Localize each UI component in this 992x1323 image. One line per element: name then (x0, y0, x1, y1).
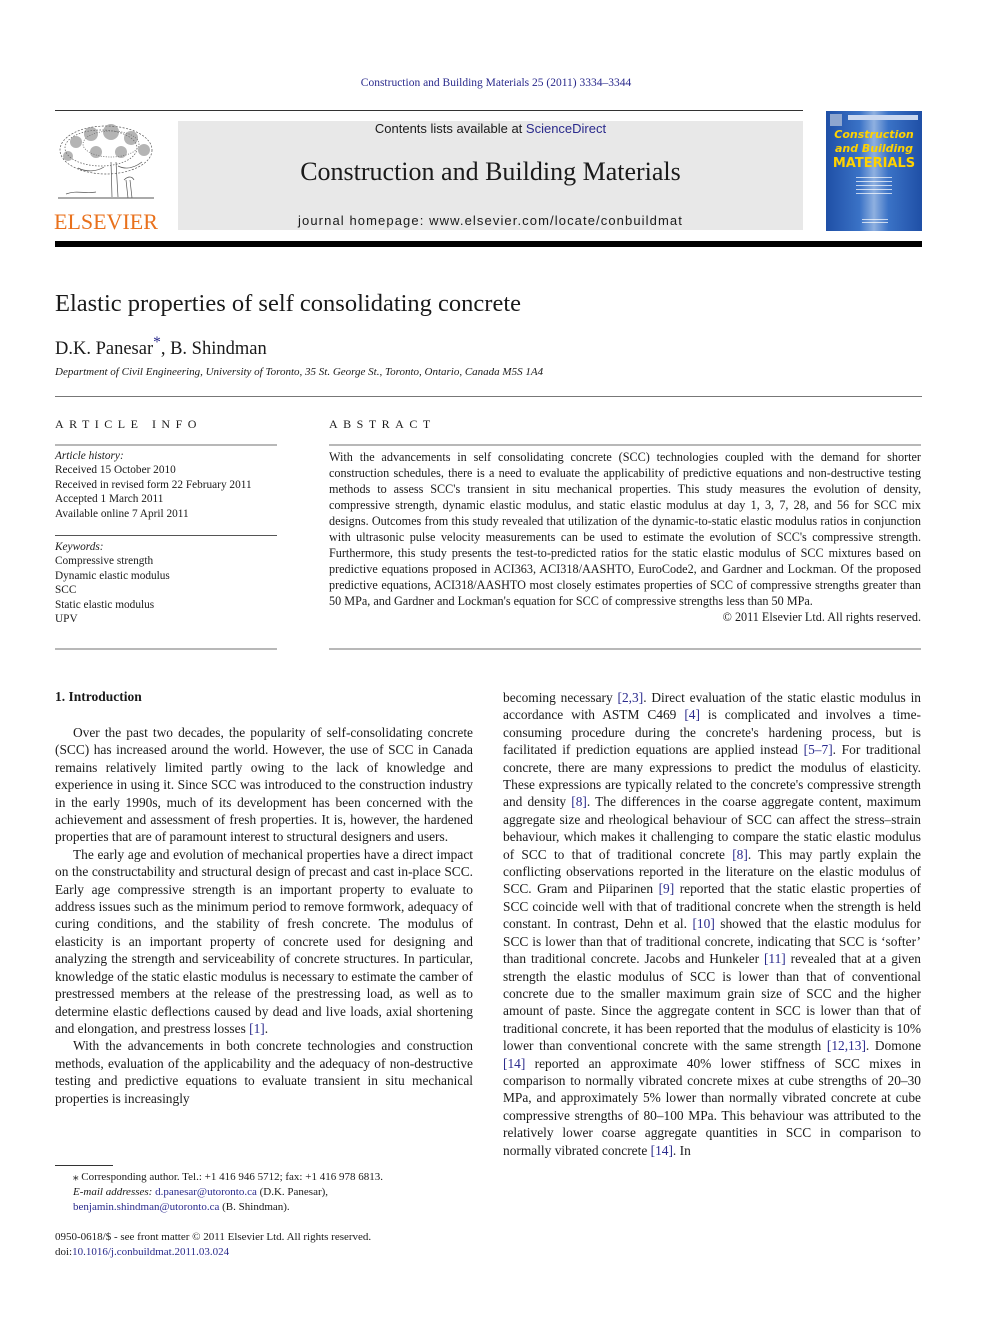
keyword-item: Static elastic modulus (55, 598, 155, 611)
doi-link[interactable]: 10.1016/j.conbuildmat.2011.03.024 (72, 1246, 229, 1258)
legal-info: 0950-0618/$ - see front matter © 2011 El… (55, 1230, 475, 1260)
email-label: E-mail addresses: (73, 1186, 153, 1198)
email-owner: (D.K. Panesar), (256, 1186, 329, 1198)
paragraph-text: With the advancements in both concrete t… (55, 1038, 473, 1106)
doi-prefix: doi: (55, 1246, 73, 1258)
cover-publisher-icon (830, 114, 842, 126)
history-item: Received 15 October 2010 (55, 464, 176, 477)
keyword-item: UPV (55, 613, 78, 626)
citation-link[interactable]: [8] (571, 794, 587, 809)
body-paragraph: Over the past two decades, the popularit… (55, 724, 473, 846)
contents-line: Contents lists available at ScienceDirec… (178, 121, 803, 136)
cover-title-line: Construction (834, 128, 914, 141)
journal-title: Construction and Building Materials (300, 157, 681, 186)
body-left-column: Over the past two decades, the popularit… (55, 724, 473, 1107)
cover-title-line: MATERIALS (832, 156, 916, 171)
corresponding-author-note: ⁎ Corresponding author. Tel.: +1 416 946… (73, 1171, 383, 1183)
email-link[interactable]: benjamin.shindman@utoronto.ca (73, 1201, 219, 1213)
citation-link[interactable]: [2,3] (618, 690, 644, 705)
abstract-heading: ABSTRACT (329, 417, 436, 431)
elsevier-logo[interactable]: ELSEVIER (54, 122, 158, 234)
keyword-item: Dynamic elastic modulus (55, 569, 170, 582)
history-item: Available online 7 April 2011 (55, 507, 189, 520)
body-paragraph: The early age and evolution of mechanica… (55, 846, 473, 1037)
abstract-bottom-rule (329, 648, 921, 650)
running-head[interactable]: Construction and Building Materials 25 (… (0, 77, 992, 89)
top-rule (55, 110, 803, 111)
paragraph-text: . Domone (865, 1038, 922, 1054)
footnotes: ⁎ Corresponding author. Tel.: +1 416 946… (55, 1170, 475, 1215)
section-heading: 1. Introduction (55, 689, 142, 704)
article-info-rule (55, 444, 277, 446)
contents-prefix: Contents lists available at (374, 121, 526, 136)
elsevier-wordmark: ELSEVIER (54, 209, 158, 234)
citation-link[interactable]: [9] (659, 881, 675, 896)
author-name[interactable]: D.K. Panesar (55, 339, 153, 359)
abstract: With the advancements in self consolidat… (329, 449, 921, 625)
journal-homepage[interactable]: journal homepage: www.elsevier.com/locat… (178, 213, 803, 228)
paragraph-text: . In (672, 1142, 691, 1158)
body-paragraph: With the advancements in both concrete t… (55, 1037, 473, 1107)
issn-line: 0950-0618/$ - see front matter © 2011 El… (55, 1231, 372, 1243)
paragraph-text: becoming necessary (503, 690, 618, 705)
corresponding-author-mark[interactable]: * (153, 334, 161, 351)
email-line: E-mail addresses: d.panesar@utoronto.ca … (55, 1185, 475, 1215)
citation-link[interactable]: [5–7] (804, 742, 833, 757)
author-name[interactable]: B. Shindman (170, 339, 267, 359)
citation-link[interactable]: [8] (732, 847, 748, 862)
paragraph-text: reported an approximate 40% lower stiffn… (503, 1055, 921, 1158)
citation-link[interactable]: [14] (503, 1056, 525, 1071)
abstract-copyright: © 2011 Elsevier Ltd. All rights reserved… (722, 610, 921, 624)
email-owner: (B. Shindman). (219, 1201, 290, 1213)
journal-cover-thumbnail[interactable]: Construction and Building MATERIALS (826, 111, 922, 231)
keyword-item: SCC (55, 584, 77, 597)
citation-link[interactable]: [12,13] (827, 1038, 866, 1053)
citation-link[interactable]: [14] (651, 1143, 673, 1158)
article-history-label: Article history: (55, 450, 124, 462)
cover-bar (848, 115, 918, 120)
sciencedirect-link[interactable]: ScienceDirect (526, 121, 606, 136)
history-item: Received in revised form 22 February 201… (55, 478, 252, 491)
article-info-heading: ARTICLE INFO (55, 417, 202, 431)
author-separator: , (160, 339, 171, 360)
affiliation: Department of Civil Engineering, Univers… (55, 366, 544, 378)
cover-fine-print (856, 177, 892, 197)
journal-banner: Contents lists available at ScienceDirec… (178, 121, 803, 230)
cover-publisher-print (862, 219, 888, 224)
paragraph-text: . (264, 1020, 269, 1036)
abstract-rule (329, 444, 921, 446)
article-history: Article history: Received 15 October 201… (55, 449, 280, 521)
keywords-label: Keywords: (55, 541, 104, 553)
author-list: D.K. Panesar*, B. Shindman (55, 334, 267, 360)
history-item: Accepted 1 March 2011 (55, 493, 164, 506)
elsevier-tree-icon (58, 124, 154, 199)
cover-title-line: and Building (834, 142, 914, 155)
keywords-rule (55, 535, 277, 536)
body-paragraph: becoming necessary [2,3]. Direct evaluat… (503, 689, 921, 1159)
paragraph-text: Over the past two decades, the popularit… (55, 725, 473, 845)
footnote-rule (55, 1165, 113, 1166)
citation-link[interactable]: [10] (692, 916, 714, 931)
header-thick-rule (55, 241, 922, 247)
doi-line: doi:10.1016/j.conbuildmat.2011.03.024 (55, 1245, 475, 1260)
keyword-item: Compressive strength (55, 555, 154, 568)
article-info-bottom-rule (55, 648, 277, 650)
body-right-column: becoming necessary [2,3]. Direct evaluat… (503, 689, 921, 1159)
citation-link[interactable]: [1] (249, 1021, 265, 1036)
email-link[interactable]: d.panesar@utoronto.ca (155, 1186, 257, 1198)
section-rule (55, 396, 922, 397)
article-title: Elastic properties of self consolidating… (55, 290, 522, 317)
abstract-text: With the advancements in self consolidat… (329, 450, 921, 608)
paragraph-text: The early age and evolution of mechanica… (55, 846, 473, 1036)
keywords: Keywords: Compressive strength Dynamic e… (55, 540, 280, 626)
citation-link[interactable]: [4] (684, 707, 700, 722)
citation-link[interactable]: [11] (764, 951, 786, 966)
